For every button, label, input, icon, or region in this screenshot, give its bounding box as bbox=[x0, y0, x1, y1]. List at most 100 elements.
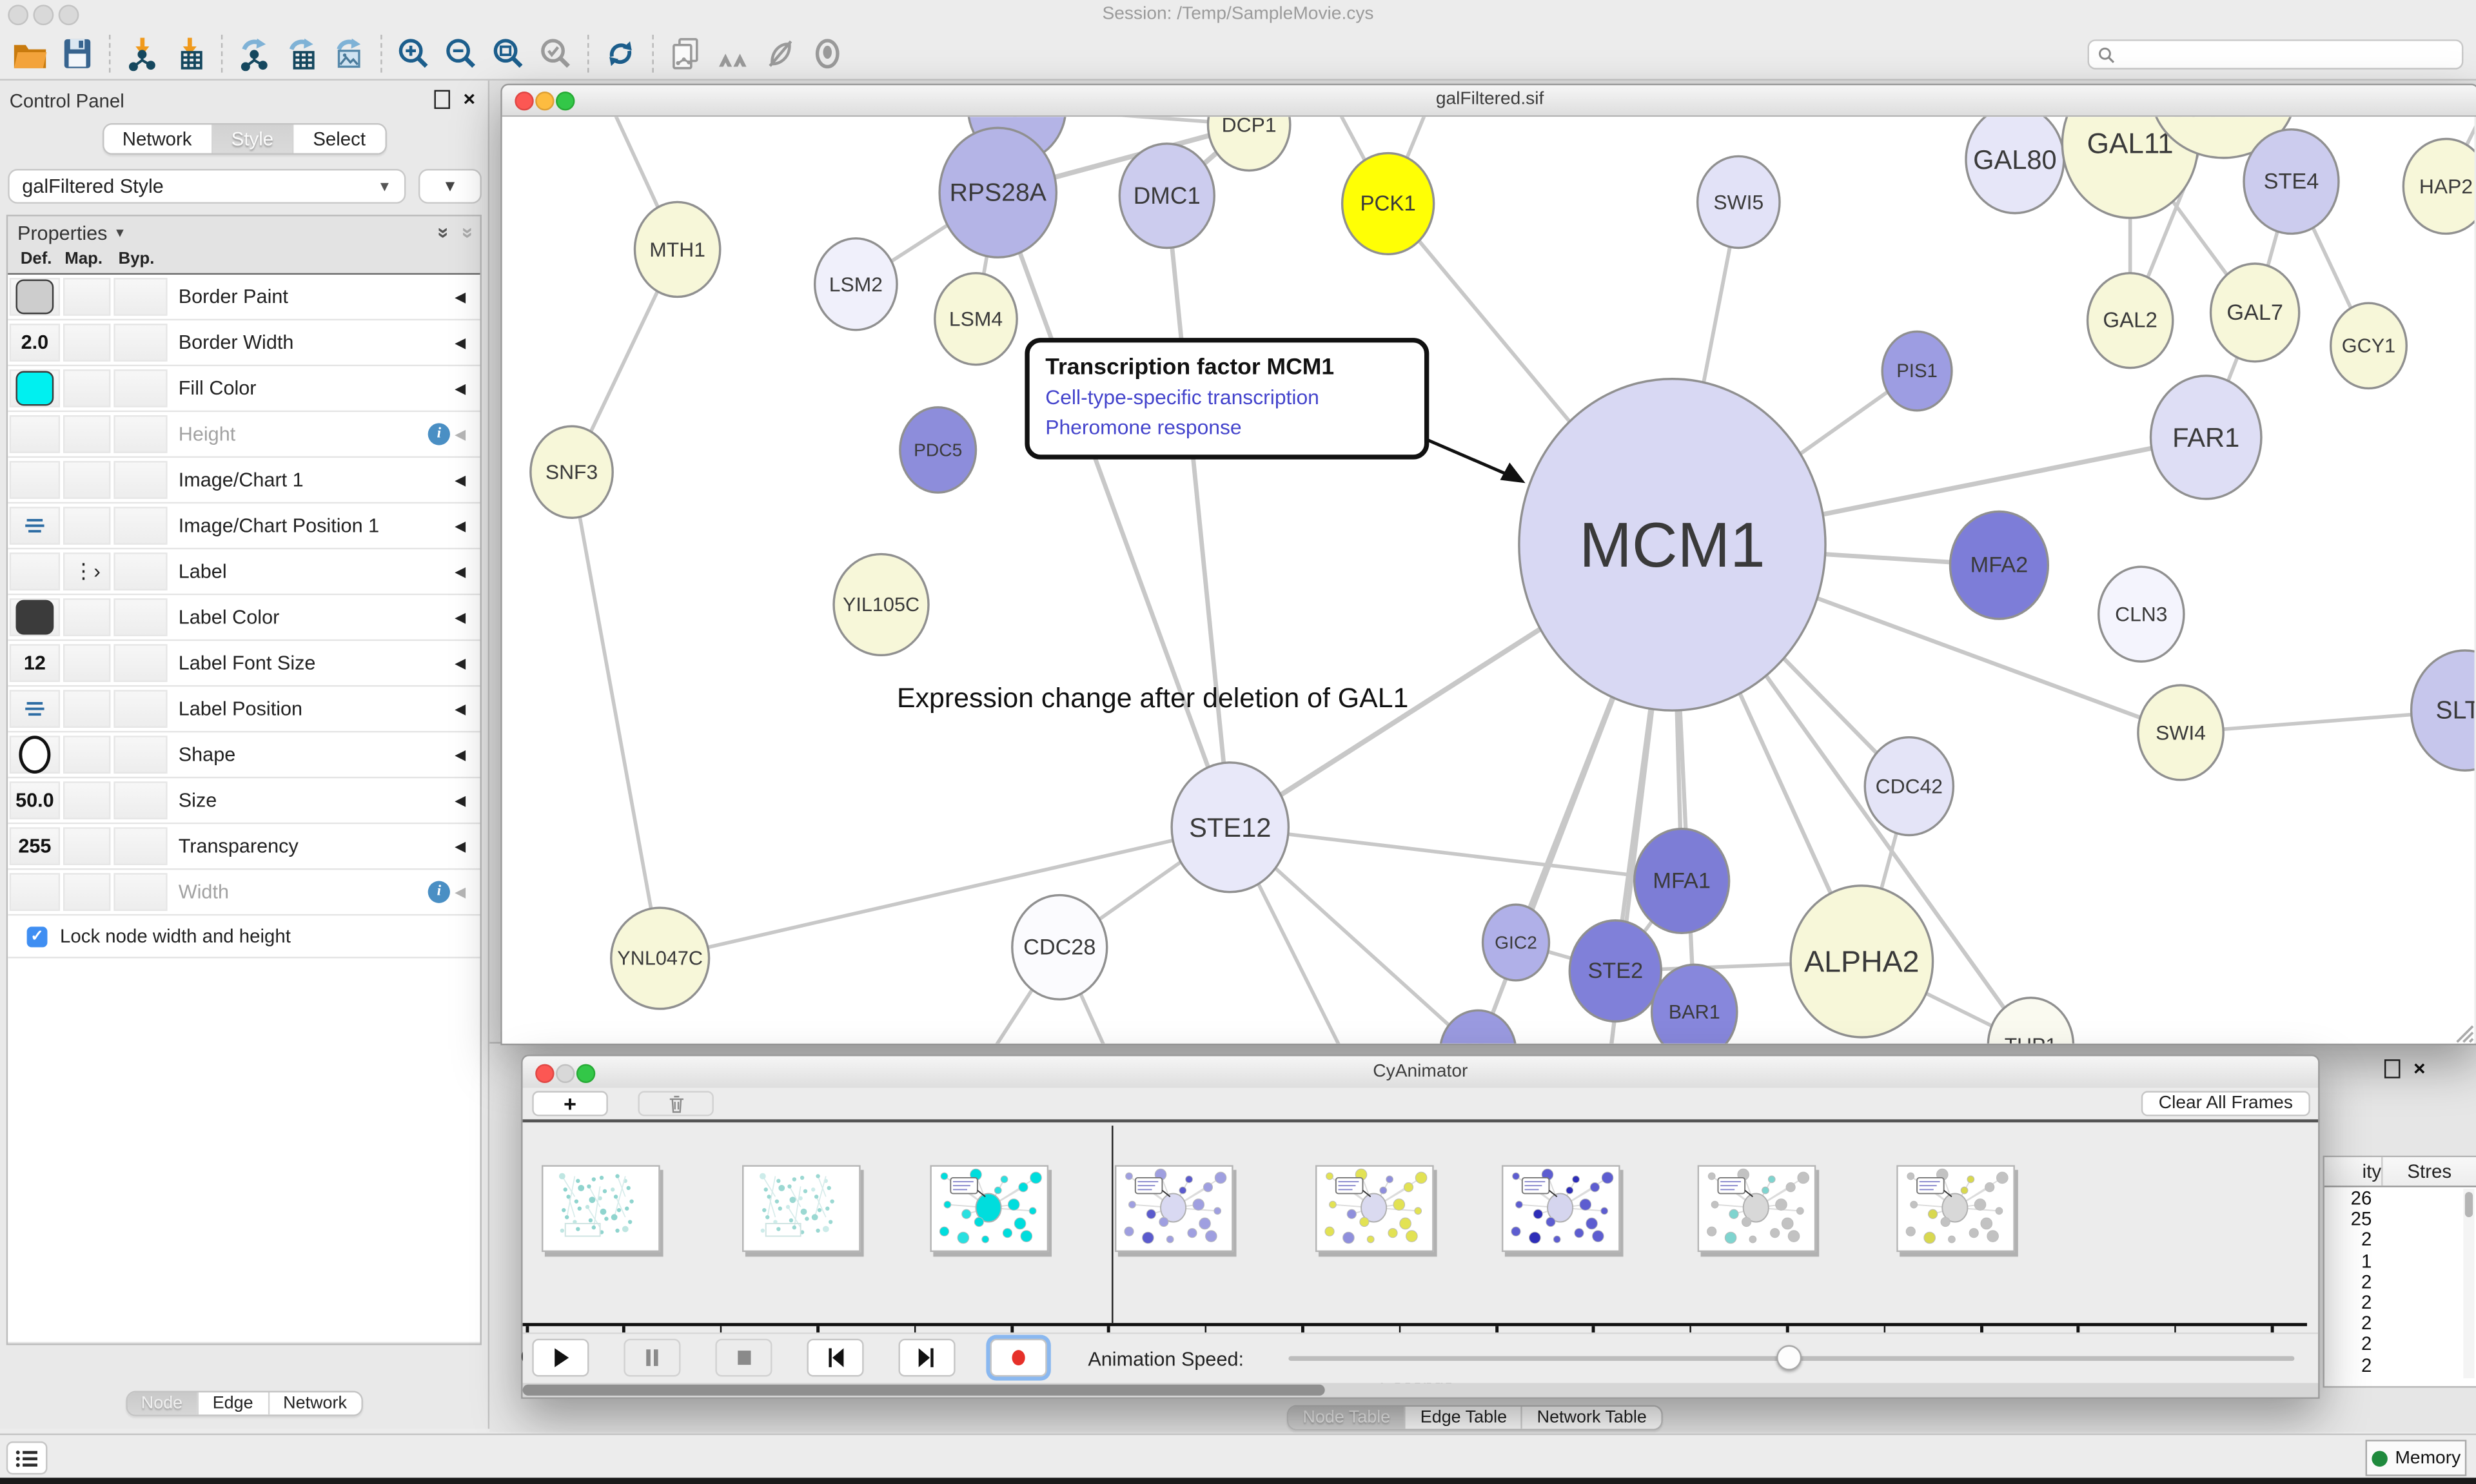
property-row[interactable]: Label Position◀ bbox=[8, 687, 480, 732]
expand-property-icon[interactable]: ◀ bbox=[455, 563, 480, 580]
table-row[interactable]: 2 bbox=[2324, 1312, 2476, 1333]
hide-eye-button[interactable] bbox=[756, 32, 803, 75]
export-table-button[interactable] bbox=[278, 32, 325, 75]
discrete-mapping-icon[interactable]: ⋮› bbox=[73, 559, 100, 584]
expand-property-icon[interactable]: ◀ bbox=[455, 288, 480, 306]
network-canvas[interactable]: DCP1RPS28ADMC1PCK1SWI5GAL80GAL11STE4HAP2… bbox=[502, 117, 2475, 1044]
property-row[interactable]: 2.0Border Width◀ bbox=[8, 320, 480, 366]
mapping-cell[interactable] bbox=[63, 415, 110, 453]
minimize-window-icon[interactable] bbox=[535, 92, 554, 110]
expand-all-icon[interactable]: » bbox=[432, 227, 456, 239]
property-row[interactable]: Label Color◀ bbox=[8, 595, 480, 641]
default-cell[interactable] bbox=[10, 415, 60, 453]
keyframe-thumbnail[interactable] bbox=[1115, 1165, 1233, 1252]
property-row[interactable]: Border Paint◀ bbox=[8, 275, 480, 320]
show-eye-button[interactable] bbox=[804, 32, 851, 75]
tab-network[interactable]: Network bbox=[269, 1392, 361, 1414]
network-node[interactable]: FAR1 bbox=[2151, 376, 2261, 499]
network-node[interactable]: LSM4 bbox=[935, 273, 1017, 365]
network-node[interactable]: MTH1 bbox=[634, 202, 720, 297]
mapping-cell[interactable] bbox=[63, 461, 110, 499]
table-row[interactable]: 1 bbox=[2324, 1250, 2476, 1271]
bypass-cell[interactable] bbox=[113, 644, 167, 682]
network-node[interactable]: SNF3 bbox=[531, 426, 613, 518]
keyframe-thumbnail[interactable] bbox=[542, 1165, 660, 1252]
keyframe-thumbnail[interactable] bbox=[1315, 1165, 1434, 1252]
default-cell[interactable]: 12 bbox=[10, 644, 60, 682]
minimize-traffic-light[interactable] bbox=[33, 5, 54, 25]
network-edge[interactable] bbox=[1230, 827, 1682, 881]
network-edge[interactable] bbox=[998, 193, 1230, 827]
table-row[interactable]: 2 bbox=[2324, 1354, 2476, 1374]
tab-select[interactable]: Select bbox=[294, 124, 384, 153]
skip-start-button[interactable] bbox=[807, 1339, 863, 1377]
close-table-panel-icon[interactable]: × bbox=[2413, 1061, 2426, 1077]
mapping-cell[interactable] bbox=[63, 507, 110, 545]
tab-style[interactable]: Style bbox=[212, 124, 294, 153]
mapping-cell[interactable] bbox=[63, 827, 110, 865]
table-row[interactable]: 25 bbox=[2324, 1208, 2476, 1229]
expand-property-icon[interactable]: ◀ bbox=[455, 380, 480, 397]
default-cell[interactable] bbox=[10, 552, 60, 591]
network-node[interactable]: HAP2 bbox=[2403, 139, 2474, 234]
network-node[interactable]: SWI5 bbox=[1698, 156, 1780, 248]
mapping-cell[interactable] bbox=[63, 736, 110, 774]
network-node[interactable]: MFA1 bbox=[1635, 829, 1729, 933]
style-options-button[interactable]: ▼ bbox=[418, 169, 482, 204]
default-cell[interactable] bbox=[10, 690, 60, 728]
expand-property-icon[interactable]: ◀ bbox=[455, 837, 480, 855]
binoculars-button[interactable] bbox=[709, 32, 756, 75]
zoom-selected-button[interactable] bbox=[532, 32, 579, 75]
property-row[interactable]: 255Transparency◀ bbox=[8, 824, 480, 870]
network-node[interactable]: DCP1 bbox=[1208, 117, 1290, 170]
mapping-cell[interactable] bbox=[63, 873, 110, 911]
network-node[interactable]: PDC5 bbox=[900, 407, 976, 493]
duplicate-button[interactable] bbox=[662, 32, 709, 75]
add-frame-button[interactable]: + bbox=[532, 1091, 608, 1116]
tab-node[interactable]: Node bbox=[127, 1392, 199, 1414]
property-default-value[interactable]: 12 bbox=[24, 652, 46, 674]
close-window-icon[interactable] bbox=[515, 92, 533, 110]
zoom-in-button[interactable] bbox=[390, 32, 437, 75]
network-node[interactable]: SWI4 bbox=[2138, 685, 2223, 780]
property-row[interactable]: ⋮›Label◀ bbox=[8, 549, 480, 595]
mapping-cell[interactable]: ⋮› bbox=[63, 552, 110, 591]
network-node[interactable]: GIC2 bbox=[1483, 904, 1549, 981]
save-button[interactable] bbox=[54, 32, 101, 75]
stop-button[interactable] bbox=[715, 1339, 772, 1377]
info-icon[interactable]: i bbox=[428, 423, 450, 445]
import-table-button[interactable] bbox=[166, 32, 213, 75]
timeline[interactable]: Seconds 0123456789 bbox=[523, 1122, 2318, 1333]
float-table-panel-icon[interactable] bbox=[2385, 1059, 2401, 1078]
expand-property-icon[interactable]: ◀ bbox=[455, 517, 480, 534]
property-default-value[interactable]: 50.0 bbox=[15, 789, 54, 811]
zoom-fit-button[interactable] bbox=[485, 32, 532, 75]
network-node[interactable] bbox=[1440, 1010, 1516, 1043]
mapping-cell[interactable] bbox=[63, 278, 110, 316]
network-node[interactable]: STE12 bbox=[1172, 763, 1288, 892]
default-cell[interactable]: 50.0 bbox=[10, 781, 60, 819]
float-panel-icon[interactable] bbox=[435, 90, 450, 109]
info-icon[interactable]: i bbox=[428, 881, 450, 903]
mapping-cell[interactable] bbox=[63, 644, 110, 682]
bypass-cell[interactable] bbox=[113, 827, 167, 865]
keyframe-thumbnail[interactable] bbox=[1698, 1165, 1816, 1252]
network-edge[interactable] bbox=[1167, 196, 1230, 828]
bypass-cell[interactable] bbox=[113, 369, 167, 407]
cyanimator-horizontal-scrollbar[interactable] bbox=[523, 1383, 2318, 1397]
tab-network[interactable]: Network bbox=[103, 124, 212, 153]
close-traffic-light[interactable] bbox=[8, 5, 28, 25]
column-header-stress[interactable]: Stres bbox=[2381, 1157, 2476, 1186]
property-row[interactable]: Fill Color◀ bbox=[8, 366, 480, 412]
close-window-icon[interactable] bbox=[535, 1064, 554, 1083]
default-cell[interactable] bbox=[10, 873, 60, 911]
network-node[interactable]: YNL047C bbox=[611, 908, 709, 1009]
default-cell[interactable]: 255 bbox=[10, 827, 60, 865]
network-edge[interactable] bbox=[572, 472, 660, 958]
close-panel-icon[interactable]: × bbox=[464, 92, 476, 107]
network-node[interactable]: PIS1 bbox=[1882, 331, 1952, 410]
default-cell[interactable] bbox=[10, 278, 60, 316]
property-row[interactable]: 12Label Font Size◀ bbox=[8, 641, 480, 687]
search-input[interactable] bbox=[2116, 43, 2439, 65]
network-node[interactable]: STE2 bbox=[1569, 921, 1661, 1022]
